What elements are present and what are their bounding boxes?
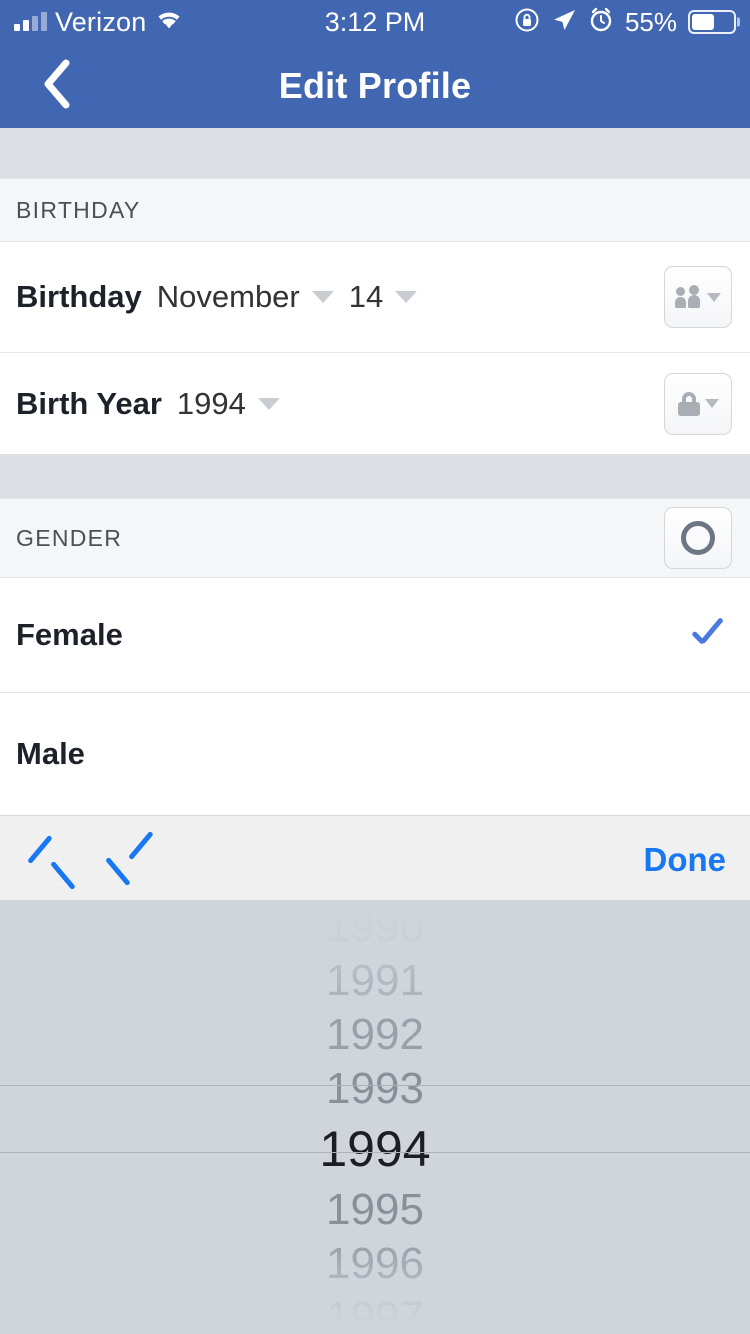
picker-nav-arrows bbox=[26, 830, 156, 891]
chevron-down-icon[interactable] bbox=[395, 291, 418, 303]
signal-bars-icon bbox=[14, 12, 47, 31]
year-picker-wheel[interactable]: 1990 1991 1992 1993 1994 1995 1996 1997 … bbox=[0, 900, 750, 1334]
page-title: Edit Profile bbox=[278, 65, 472, 106]
middle-spacer bbox=[0, 454, 750, 498]
edit-profile-screen: Verizon 3:12 PM 55% Edit Profile BIRTHDA… bbox=[0, 0, 750, 1334]
birthday-day-value[interactable]: 14 bbox=[349, 279, 383, 315]
gender-option-male[interactable]: Male bbox=[0, 692, 750, 815]
picker-item[interactable]: 1990 bbox=[0, 900, 750, 954]
chevron-down-icon bbox=[706, 292, 721, 302]
carrier-label: Verizon bbox=[55, 6, 147, 37]
row-birth-year-left: Birth Year 1994 bbox=[16, 386, 280, 422]
location-arrow-icon bbox=[551, 7, 577, 38]
gender-option-label: Female bbox=[16, 617, 123, 652]
birthday-month-value[interactable]: November bbox=[157, 279, 300, 315]
done-button[interactable]: Done bbox=[644, 841, 727, 879]
picker-item[interactable]: 1992 bbox=[0, 1008, 750, 1062]
picker-item[interactable]: 1991 bbox=[0, 954, 750, 1008]
gender-option-label: Male bbox=[16, 736, 85, 771]
chevron-up-icon[interactable] bbox=[26, 834, 78, 891]
section-title-gender: GENDER bbox=[16, 524, 123, 551]
chevron-left-icon bbox=[40, 58, 74, 115]
row-birth-year[interactable]: Birth Year 1994 bbox=[0, 352, 750, 454]
top-spacer bbox=[0, 128, 750, 178]
battery-icon bbox=[688, 10, 736, 34]
picker-item[interactable]: 1995 bbox=[0, 1183, 750, 1237]
picker-item[interactable]: 1997 bbox=[0, 1291, 750, 1334]
navigation-bar: Edit Profile bbox=[0, 44, 750, 128]
back-button[interactable] bbox=[22, 44, 92, 128]
chevron-down-icon[interactable] bbox=[257, 397, 280, 410]
chevron-down-icon[interactable] bbox=[104, 830, 156, 887]
privacy-button-birth-year[interactable] bbox=[664, 372, 732, 435]
battery-percent-label: 55% bbox=[624, 6, 677, 37]
section-title-birthday: BIRTHDAY bbox=[16, 196, 141, 223]
status-bar: Verizon 3:12 PM 55% bbox=[0, 0, 750, 44]
chevron-down-icon bbox=[704, 399, 719, 408]
birth-year-value[interactable]: 1994 bbox=[177, 386, 246, 422]
status-bar-right: 55% bbox=[503, 7, 750, 38]
section-header-gender: GENDER bbox=[0, 498, 750, 578]
keyboard-accessory-toolbar: Done bbox=[0, 815, 750, 905]
friends-icon bbox=[674, 285, 702, 308]
picker-selection-line-bottom bbox=[0, 1152, 750, 1153]
row-birthday[interactable]: Birthday November 14 bbox=[0, 242, 750, 352]
status-bar-center: 3:12 PM bbox=[248, 7, 503, 38]
chevron-down-icon[interactable] bbox=[311, 291, 334, 303]
year-picker-column[interactable]: 1990 1991 1992 1993 1994 1995 1996 1997 … bbox=[0, 900, 750, 1334]
picker-item[interactable]: 1993 bbox=[0, 1062, 750, 1116]
gender-option-female[interactable]: Female bbox=[0, 578, 750, 692]
birthday-label: Birthday bbox=[16, 279, 142, 314]
row-birthday-left: Birthday November 14 bbox=[16, 279, 418, 315]
status-bar-left: Verizon bbox=[0, 7, 248, 38]
section-header-birthday: BIRTHDAY bbox=[0, 178, 750, 242]
picker-selection-line-top bbox=[0, 1085, 750, 1086]
birth-year-label: Birth Year bbox=[16, 385, 162, 421]
public-globe-icon bbox=[681, 521, 715, 555]
picker-item-selected[interactable]: 1994 bbox=[0, 1116, 750, 1183]
checkmark-icon bbox=[686, 612, 732, 658]
privacy-button-gender[interactable] bbox=[664, 507, 732, 569]
wifi-icon bbox=[154, 9, 184, 36]
picker-item[interactable]: 1996 bbox=[0, 1237, 750, 1291]
lock-icon bbox=[677, 391, 700, 416]
privacy-button-birthday[interactable] bbox=[664, 266, 732, 328]
clock-label: 3:12 PM bbox=[324, 6, 426, 37]
rotation-lock-icon bbox=[514, 7, 540, 38]
alarm-clock-icon bbox=[588, 7, 614, 38]
